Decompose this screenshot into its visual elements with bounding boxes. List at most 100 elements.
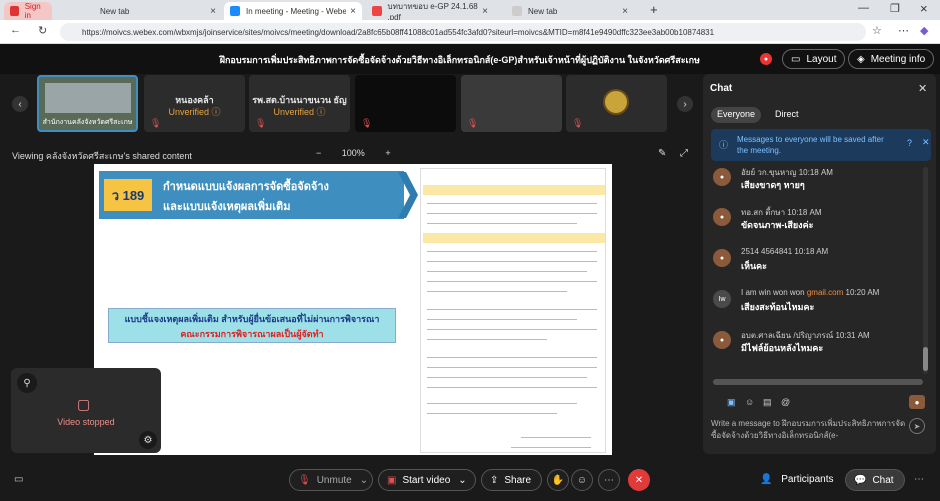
profile-icon bbox=[10, 6, 19, 16]
browser-tab-new-tab-2[interactable]: New tab × bbox=[506, 2, 634, 20]
zoom-level: 100% bbox=[341, 148, 365, 158]
meeting-info-button[interactable]: ◈ Meeting info bbox=[848, 49, 935, 69]
mic-muted-icon: 🎙 bbox=[467, 118, 479, 128]
address-bar: ← ↻ https://moivcs.webex.com/wbxmjs/join… bbox=[0, 20, 940, 44]
participant-tile[interactable]: 🎙 bbox=[355, 75, 456, 132]
shared-slide: ว 189 กำหนดแบบแจ้งผลการจัดซื้อจัดจ้าง แล… bbox=[94, 164, 612, 455]
more-panels-icon[interactable]: ⋯ bbox=[914, 474, 924, 485]
captions-icon[interactable]: ▭ bbox=[14, 474, 23, 485]
maximize-icon[interactable]: ❐ bbox=[890, 2, 900, 15]
close-tab-icon[interactable]: × bbox=[210, 6, 216, 17]
recording-icon[interactable]: ● bbox=[760, 53, 772, 65]
chat-scrollbar[interactable] bbox=[923, 167, 928, 374]
chevron-down-icon[interactable]: ⌄ bbox=[458, 475, 466, 486]
share-button[interactable]: ⇪ Share bbox=[481, 469, 542, 491]
participant-tile[interactable]: 🎙 bbox=[566, 75, 667, 132]
chat-horizontal-scrollbar[interactable] bbox=[713, 379, 923, 385]
chevron-decoration bbox=[398, 172, 418, 218]
slide-badge: ว 189 bbox=[104, 179, 152, 211]
back-icon[interactable]: ← bbox=[10, 24, 21, 36]
participant-tile[interactable]: 🎙 bbox=[461, 75, 562, 132]
video-off-icon: ▣ bbox=[387, 474, 397, 486]
video-off-icon: ▢ bbox=[77, 396, 91, 412]
dismiss-icon[interactable]: ✕ bbox=[922, 137, 930, 148]
shared-content-label: Viewing คลังจังหวัดศรีสะเกษ's shared con… bbox=[12, 151, 192, 161]
pdf-icon bbox=[372, 6, 382, 16]
send-icon[interactable]: ➤ bbox=[909, 418, 925, 434]
slide-note-box: แบบชี้แจงเหตุผลเพิ่มเติม สำหรับผู้ยื่นข้… bbox=[108, 308, 396, 343]
scrollbar-thumb[interactable] bbox=[923, 347, 928, 371]
participant-tile[interactable]: หนองคล้า Unverified ⓘ 🎙 bbox=[144, 75, 245, 132]
participants-button[interactable]: 👤 Participants bbox=[760, 474, 833, 485]
participant-tile[interactable]: รพ.สต.บ้านนาขนวน ธัญ Unverified ⓘ 🎙 bbox=[249, 75, 350, 132]
participant-tile[interactable]: สำนักงานคลังจังหวัดศรีสะเกษ bbox=[37, 75, 138, 132]
info-icon: ⓘ bbox=[316, 107, 326, 117]
start-video-button[interactable]: ▣ Start video ⌄ bbox=[378, 469, 476, 491]
gif-icon[interactable]: ▤ bbox=[763, 397, 772, 408]
government-seal-icon bbox=[603, 89, 629, 115]
chat-panel: Chat ✕ Everyone Direct ⓘ Messages to eve… bbox=[703, 74, 936, 454]
avatar: Iw bbox=[713, 290, 731, 308]
raise-hand-icon[interactable]: ✋ bbox=[547, 469, 569, 491]
new-tab-icon bbox=[512, 6, 522, 16]
more-icon[interactable]: ⋯ bbox=[898, 24, 909, 37]
unmute-button[interactable]: 🎙 Unmute ⌄ bbox=[289, 469, 373, 491]
email-link[interactable]: gmail.com bbox=[807, 288, 843, 297]
settings-gear-icon[interactable]: ⚙ bbox=[139, 431, 157, 449]
layout-button[interactable]: ▭ Layout bbox=[782, 49, 846, 69]
close-tab-icon[interactable]: × bbox=[482, 6, 488, 17]
avatar: ● bbox=[713, 249, 731, 267]
browser-tab-sign-in[interactable]: Sign in bbox=[4, 2, 52, 20]
fullscreen-icon[interactable]: ⤢ bbox=[680, 148, 688, 159]
mention-icon[interactable]: @ bbox=[781, 397, 790, 407]
zoom-in-button[interactable]: + bbox=[385, 148, 390, 158]
more-options-icon[interactable]: ⋯ bbox=[598, 469, 620, 491]
meeting-title: ฝึกอบรมการเพิ่มประสิทธิภาพการจัดซื้อจัดจ… bbox=[219, 55, 700, 65]
avatar: ● bbox=[713, 208, 731, 226]
chat-button[interactable]: 💬 Chat bbox=[845, 469, 905, 491]
minimize-icon[interactable]: — bbox=[858, 2, 869, 14]
form-document-image bbox=[420, 168, 606, 453]
reactions-icon[interactable]: ☺ bbox=[571, 469, 593, 491]
mic-muted-icon: 🎙 bbox=[255, 118, 267, 128]
refresh-icon[interactable]: ↻ bbox=[38, 24, 47, 37]
close-tab-icon[interactable]: × bbox=[350, 6, 356, 17]
leave-meeting-button[interactable]: ✕ bbox=[628, 469, 650, 491]
copilot-icon[interactable]: ◆ bbox=[920, 24, 928, 37]
shield-icon: ◈ bbox=[857, 53, 865, 65]
url-input[interactable]: https://moivcs.webex.com/wbxmjs/joinserv… bbox=[60, 23, 866, 41]
video-status-text: Video stopped bbox=[57, 417, 115, 427]
browser-tab-new-tab[interactable]: New tab × bbox=[94, 2, 222, 20]
chat-title: Chat bbox=[710, 83, 733, 94]
tab-direct[interactable]: Direct bbox=[769, 107, 805, 123]
emoji-icon[interactable]: ☺ bbox=[745, 397, 754, 407]
meeting-header: ฝึกอบรมการเพิ่มประสิทธิภาพการจัดซื้อจัดจ… bbox=[0, 44, 940, 74]
layout-icon: ▭ bbox=[791, 53, 801, 65]
favorites-icon[interactable]: ☆ bbox=[872, 24, 882, 37]
strip-prev-button[interactable]: ‹ bbox=[12, 96, 28, 112]
chat-icon: 💬 bbox=[854, 474, 867, 486]
avatar: ● bbox=[713, 168, 731, 186]
mic-muted-icon: 🎙 bbox=[361, 118, 373, 128]
browser-tab-pdf[interactable]: บทบาทขอบ e-GP 24.1.68 .pdf × bbox=[366, 2, 494, 22]
format-icon[interactable]: ▣ bbox=[727, 397, 736, 408]
avatar: ● bbox=[713, 331, 731, 349]
chat-message-input[interactable]: Write a message to ฝึกอบรมการเพิ่มประสิท… bbox=[711, 418, 907, 452]
help-icon[interactable]: ? bbox=[907, 138, 912, 148]
chevron-down-icon[interactable]: ⌄ bbox=[360, 475, 368, 486]
window-close-icon[interactable]: × bbox=[920, 1, 928, 16]
close-icon[interactable]: ✕ bbox=[918, 82, 927, 95]
slide-banner: ว 189 กำหนดแบบแจ้งผลการจัดซื้อจัดจ้าง แล… bbox=[99, 171, 404, 219]
tab-everyone[interactable]: Everyone bbox=[711, 107, 762, 123]
chat-notice: ⓘ Messages to everyone will be saved aft… bbox=[711, 129, 931, 161]
pin-icon[interactable]: ⚲ bbox=[17, 373, 37, 393]
new-tab-button[interactable]: + bbox=[650, 2, 658, 17]
strip-next-button[interactable]: › bbox=[677, 96, 693, 112]
participants-icon: 👤 bbox=[760, 474, 773, 485]
user-avatar-icon: ● bbox=[909, 395, 925, 409]
close-tab-icon[interactable]: × bbox=[622, 6, 628, 17]
zoom-out-button[interactable]: − bbox=[316, 148, 321, 158]
annotate-icon[interactable]: ✎ bbox=[658, 148, 666, 159]
participant-video bbox=[45, 83, 131, 113]
browser-tab-webex[interactable]: In meeting - Meeting - Webex × bbox=[224, 2, 362, 20]
